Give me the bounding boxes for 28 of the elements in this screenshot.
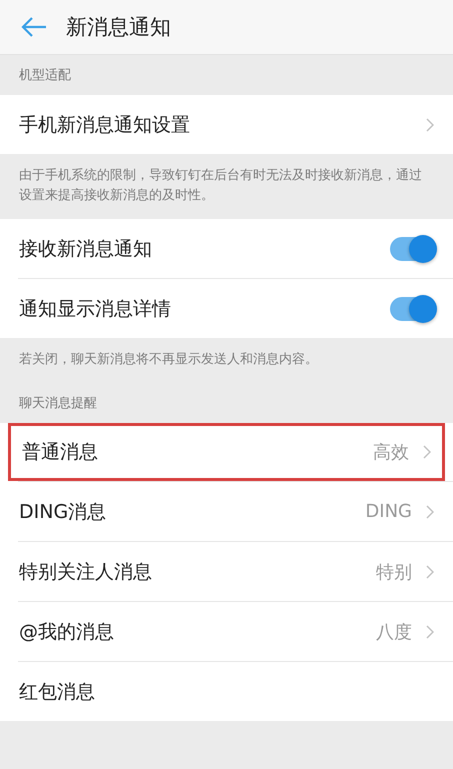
setting-label: @我的消息 xyxy=(19,620,114,644)
setting-row[interactable]: 手机新消息通知设置 xyxy=(0,95,453,154)
setting-value: 八度 xyxy=(376,620,412,644)
setting-label: 普通消息 xyxy=(22,440,98,465)
setting-label: DING消息 xyxy=(19,500,106,524)
setting-label: 接收新消息通知 xyxy=(19,236,152,262)
setting-row[interactable]: 通知显示消息详情 xyxy=(0,279,453,338)
setting-label: 红包消息 xyxy=(19,680,95,704)
toggle-switch[interactable] xyxy=(390,296,434,320)
section-header: 机型适配 xyxy=(18,67,72,85)
setting-row[interactable]: 特别关注人消息 特别 xyxy=(0,542,453,601)
setting-row[interactable]: DING消息 DING xyxy=(0,482,453,541)
setting-value: DING xyxy=(365,501,412,522)
setting-value: 高效 xyxy=(373,441,409,464)
setting-label: 特别关注人消息 xyxy=(19,560,152,584)
setting-row[interactable]: 接收新消息通知 xyxy=(0,219,453,278)
setting-row[interactable]: @我的消息 八度 xyxy=(0,602,453,661)
page-title: 新消息通知 xyxy=(66,14,171,41)
back-arrow-icon[interactable] xyxy=(21,17,47,37)
toggle-switch[interactable] xyxy=(390,236,434,260)
setting-row[interactable]: 红包消息 xyxy=(0,662,453,721)
setting-row[interactable]: 普通消息 高效 xyxy=(8,423,445,481)
setting-label: 手机新消息通知设置 xyxy=(19,112,190,138)
setting-value: 特别 xyxy=(376,560,412,584)
note-text: 由于手机系统的限制，导致钉钉在后台有时无法及时接收新消息，通过设置来提高接收新消息的及时性。 xyxy=(18,167,423,205)
note-text: 若关闭，聊天新消息将不再显示发送人和消息内容。 xyxy=(18,351,319,369)
setting-label: 通知显示消息详情 xyxy=(19,296,171,322)
section-header: 聊天消息提醒 xyxy=(18,395,98,413)
